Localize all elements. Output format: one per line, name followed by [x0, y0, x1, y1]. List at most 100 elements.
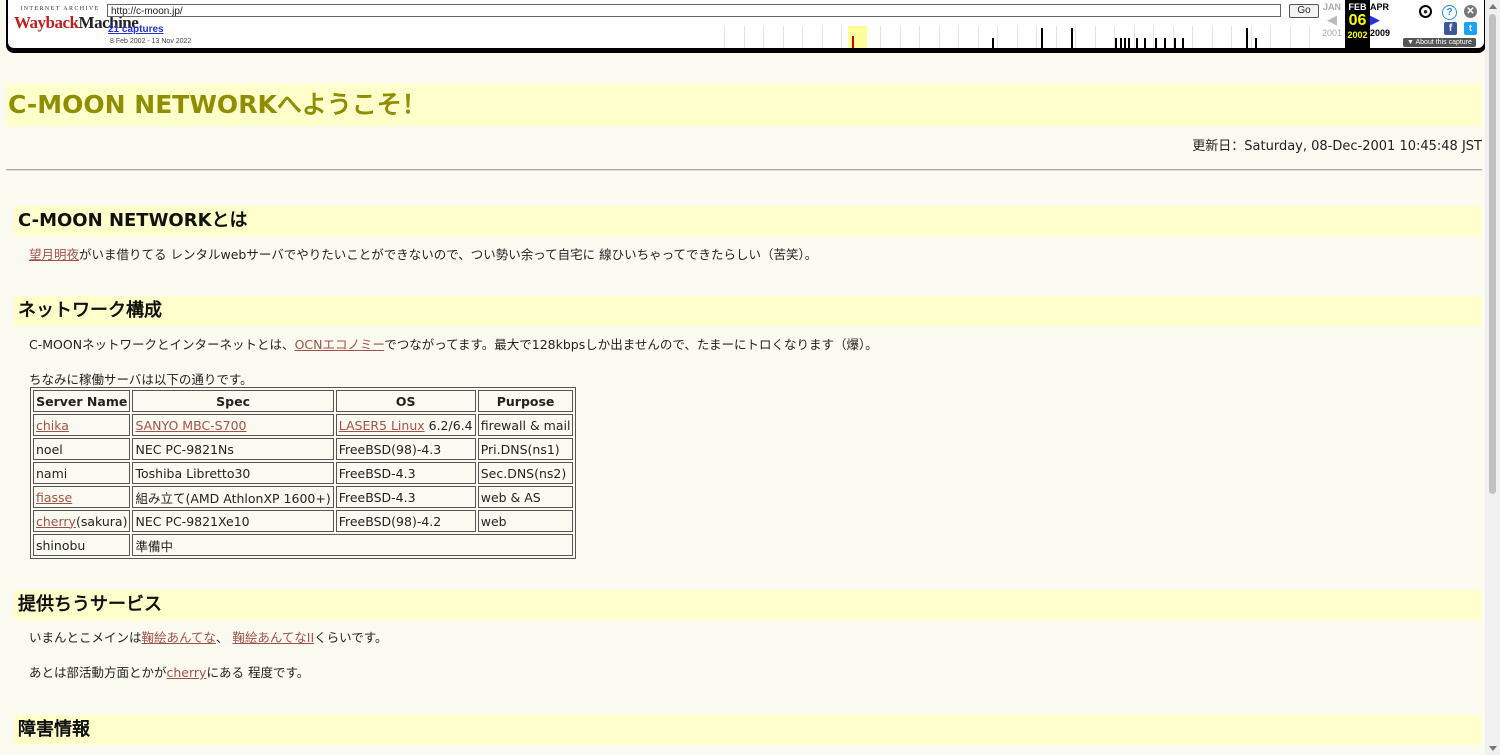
next-arrow-icon[interactable]: ▶	[1370, 12, 1400, 28]
server-spec: NEC PC-9821Ns	[135, 441, 234, 457]
server-os: FreeBSD(98)-4.3	[338, 441, 442, 457]
col-header: OS	[335, 390, 476, 412]
year-divider	[1036, 26, 1037, 48]
capture-mark[interactable]	[1124, 38, 1126, 48]
logo-top-text: INTERNET ARCHIVE	[20, 6, 100, 12]
cell-spec: NEC PC-9821Xe10	[132, 510, 334, 532]
antenna2-link[interactable]: 鞠絵あんてなII	[232, 630, 314, 645]
cell-server-name: nami	[33, 462, 131, 484]
services-text: くらいです。	[314, 630, 388, 645]
network-text-after: でつながってます。最大で128kbpsしか出ませんので、たまーにトロくなります（…	[384, 337, 878, 352]
col-header: Spec	[132, 390, 334, 412]
year-divider	[782, 26, 784, 48]
year-divider	[899, 26, 901, 48]
scrollbar[interactable]	[1485, 0, 1500, 755]
capture-mark[interactable]	[1041, 28, 1043, 48]
year-divider	[880, 26, 881, 48]
capture-mark[interactable]	[1136, 38, 1138, 48]
facebook-icon[interactable]: f	[1444, 22, 1457, 35]
capture-mark[interactable]	[1128, 38, 1130, 48]
close-icon[interactable]: ✕	[1464, 5, 1477, 18]
capture-mark[interactable]	[1246, 28, 1248, 48]
scroll-thumb[interactable]	[1489, 14, 1496, 494]
scroll-up-icon[interactable]	[1489, 4, 1497, 9]
col-header: Purpose	[477, 390, 574, 412]
cell-os: FreeBSD-4.3	[335, 462, 476, 484]
table-row: chika SANYO MBC-S700 LASER5 Linux 6.2/6.4 f…	[33, 414, 574, 436]
capture-mark[interactable]	[1174, 38, 1176, 48]
server-os: FreeBSD-4.3	[338, 465, 416, 481]
about-capture-button[interactable]: ▼ About this capture	[1403, 38, 1476, 47]
cell-spec: NEC PC-9821Ns	[132, 438, 334, 460]
url-input[interactable]: http://c-moon.jp/	[107, 4, 1281, 17]
current-year: 2002	[1347, 30, 1368, 40]
twitter-icon[interactable]: t	[1464, 22, 1477, 35]
year-divider	[1231, 26, 1232, 48]
scroll-down-icon[interactable]	[1489, 746, 1497, 751]
services-text: にある 程度です。	[206, 665, 310, 680]
server-os: FreeBSD(98)-4.2	[338, 513, 442, 529]
divider	[6, 169, 1482, 171]
antenna-link[interactable]: 鞠絵あんてな	[142, 630, 216, 645]
next-month: APR	[1370, 2, 1390, 12]
cell-server-name: shinobu	[33, 534, 131, 556]
cherry-link[interactable]: cherry	[167, 665, 207, 680]
year-divider	[958, 26, 959, 48]
capture-mark[interactable]	[1182, 38, 1184, 48]
section-about-text: 望月明夜がいま借りてる レンタルwebサーバでやりたいことができないので、つい勢…	[29, 244, 817, 263]
prev-arrow-icon[interactable]: ◀	[1319, 12, 1345, 28]
year-divider	[1192, 26, 1193, 48]
next-capture[interactable]: APR ▶ 2009	[1370, 2, 1400, 38]
capture-mark[interactable]	[1255, 38, 1257, 48]
cell-note: 準備中	[132, 534, 574, 556]
table-row: nami Toshiba Libretto30 FreeBSD-4.3 Sec.DNS…	[33, 462, 574, 484]
year-divider	[1075, 26, 1076, 48]
server-name[interactable]: fiasse	[36, 490, 72, 505]
capture-mark[interactable]	[852, 36, 854, 48]
cell-purpose: web	[477, 510, 574, 532]
prev-capture[interactable]: JAN ◀ 2001	[1319, 2, 1345, 38]
capture-sparkline[interactable]	[724, 26, 1319, 48]
go-button[interactable]: Go	[1289, 4, 1319, 18]
year-divider	[802, 26, 803, 48]
year-divider	[1250, 26, 1252, 48]
server-table: Server Name Spec OS Purpose chika SANYO M…	[30, 387, 577, 559]
capture-mark[interactable]	[1155, 38, 1157, 48]
help-icon[interactable]: ?	[1442, 5, 1457, 20]
capture-mark[interactable]	[1144, 38, 1146, 48]
year-divider	[1289, 26, 1291, 48]
cell-spec: 組み立て(AMD AthlonXP 1600+)	[132, 486, 334, 508]
author-link[interactable]: 望月明夜	[29, 247, 79, 262]
table-row: noel NEC PC-9821Ns FreeBSD(98)-4.3 Pri.DNS(…	[33, 438, 574, 460]
network-text-before: C-MOONネットワークとインターネットとは、	[29, 337, 295, 352]
year-divider	[977, 26, 979, 48]
services-text: あとは部活動方面とかが	[29, 665, 167, 680]
server-spec[interactable]: SANYO MBC-S700	[135, 418, 246, 433]
year-divider	[821, 26, 823, 48]
table-row: fiasse 組み立て(AMD AthlonXP 1600+) FreeBSD-4.…	[33, 486, 574, 508]
capture-mark[interactable]	[1071, 28, 1073, 48]
year-divider	[1153, 26, 1154, 48]
ocn-link[interactable]: OCNエコノミー	[295, 337, 385, 352]
server-name[interactable]: chika	[36, 418, 69, 433]
wayback-logo[interactable]: INTERNET ARCHIVE WaybackMachine	[14, 6, 139, 42]
server-os[interactable]: LASER5 Linux	[339, 418, 425, 433]
user-icon[interactable]: ●	[1419, 5, 1432, 18]
capture-mark[interactable]	[1115, 38, 1117, 48]
server-name[interactable]: cherry	[36, 514, 76, 529]
year-divider	[841, 26, 842, 48]
cell-os: LASER5 Linux 6.2/6.4	[335, 414, 476, 436]
cell-server-name: fiasse	[33, 486, 131, 508]
year-divider	[1133, 26, 1135, 48]
cell-purpose: Sec.DNS(ns2)	[477, 462, 574, 484]
next-year: 2009	[1370, 28, 1391, 38]
cell-os: FreeBSD-4.3	[335, 486, 476, 508]
capture-mark[interactable]	[1164, 38, 1166, 48]
services-line-1: いまんとこメインは鞠絵あんてな、 鞠絵あんてなIIくらいです。	[29, 627, 388, 646]
section-about-heading: C-MOON NETWORKとは	[14, 206, 1482, 236]
current-year-highlight	[848, 26, 867, 48]
cell-os: FreeBSD(98)-4.2	[335, 510, 476, 532]
capture-mark[interactable]	[1120, 38, 1122, 48]
capture-mark[interactable]	[992, 38, 994, 48]
captures-link[interactable]: 21 captures	[108, 24, 164, 35]
